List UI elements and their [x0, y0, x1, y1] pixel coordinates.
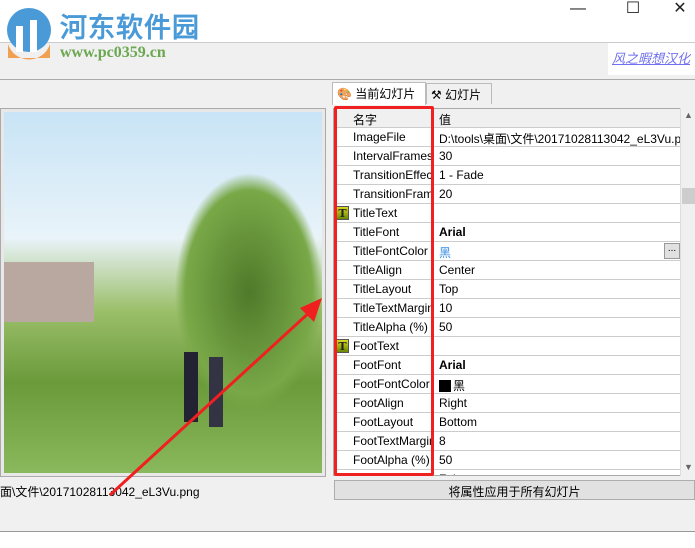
- value-text: Top: [439, 282, 459, 296]
- property-value[interactable]: Arial: [435, 223, 681, 242]
- value-text: 8: [439, 434, 446, 448]
- building: [4, 262, 94, 322]
- tools-icon: ⚒: [431, 88, 442, 102]
- maximize-button[interactable]: ☐: [613, 0, 653, 22]
- person: [209, 357, 223, 427]
- property-value[interactable]: Right: [435, 394, 681, 413]
- tab-label: 幻灯片: [445, 88, 482, 102]
- slide-image: [4, 112, 322, 473]
- value-text: Bottom: [439, 415, 478, 429]
- property-value[interactable]: Center: [435, 261, 681, 280]
- property-value[interactable]: 10: [435, 299, 681, 318]
- property-value[interactable]: Bottom: [435, 413, 681, 432]
- watermark-url: www.pc0359.cn: [60, 44, 166, 61]
- tab-current-slide[interactable]: 🎨 当前幻灯片: [332, 82, 426, 105]
- palette-icon: 🎨: [337, 87, 352, 101]
- minimize-button[interactable]: —: [558, 0, 598, 22]
- value-text: Arial: [439, 358, 466, 372]
- property-value[interactable]: 黑: [435, 242, 681, 261]
- highlight-box: [334, 106, 434, 476]
- value-text: D:\tools\桌面\文件\20171028113042_eL3Vu.png: [439, 132, 681, 146]
- vertical-scrollbar[interactable]: ▲ ▼: [680, 108, 695, 476]
- credit-link[interactable]: 风之暇想汉化: [608, 43, 695, 75]
- property-value[interactable]: [435, 337, 681, 356]
- color-swatch: [439, 380, 451, 392]
- value-text: 50: [439, 453, 453, 467]
- property-value[interactable]: 20: [435, 185, 681, 204]
- value-text: Center: [439, 263, 476, 277]
- property-value[interactable]: [435, 204, 681, 223]
- property-value[interactable]: D:\tools\桌面\文件\20171028113042_eL3Vu.png: [435, 128, 681, 147]
- watermark-title: 河东软件园: [60, 13, 200, 44]
- value-text: Fal: [439, 472, 456, 475]
- value-text: 10: [439, 301, 453, 315]
- close-button[interactable]: ✕: [660, 0, 695, 22]
- apply-to-all-slides-button[interactable]: 将属性应用于所有幻灯片: [334, 480, 695, 500]
- value-text: 50: [439, 320, 453, 334]
- property-value[interactable]: 8: [435, 432, 681, 451]
- value-text: 黑: [453, 379, 466, 393]
- property-value[interactable]: Fal: [435, 470, 681, 475]
- value-text: Right: [439, 396, 468, 410]
- property-value[interactable]: 30: [435, 147, 681, 166]
- scroll-up-icon[interactable]: ▲: [684, 110, 693, 120]
- watermark-logo-icon: [7, 8, 51, 60]
- person: [184, 352, 198, 422]
- image-path-label: 面\文件\20171028113042_eL3Vu.png: [0, 485, 200, 499]
- value-column-header[interactable]: 值: [435, 109, 681, 128]
- tab-label: 当前幻灯片: [355, 87, 416, 101]
- property-value[interactable]: 50: [435, 318, 681, 337]
- property-value[interactable]: 50: [435, 451, 681, 470]
- scroll-down-icon[interactable]: ▼: [684, 462, 693, 472]
- image-preview-panel: [0, 108, 326, 477]
- value-text: Arial: [439, 225, 466, 239]
- property-value[interactable]: 1 - Fade: [435, 166, 681, 185]
- ellipsis-button[interactable]: ...: [664, 243, 680, 259]
- scroll-thumb[interactable]: [682, 188, 695, 204]
- value-text: 黑: [439, 246, 452, 260]
- value-text: 20: [439, 187, 453, 201]
- property-value[interactable]: Arial: [435, 356, 681, 375]
- value-text: 1 - Fade: [439, 168, 484, 182]
- tab-slides[interactable]: ⚒ 幻灯片: [426, 83, 492, 104]
- status-area: [0, 532, 695, 548]
- property-value[interactable]: Top: [435, 280, 681, 299]
- property-value[interactable]: 黑: [435, 375, 681, 394]
- value-text: 30: [439, 149, 453, 163]
